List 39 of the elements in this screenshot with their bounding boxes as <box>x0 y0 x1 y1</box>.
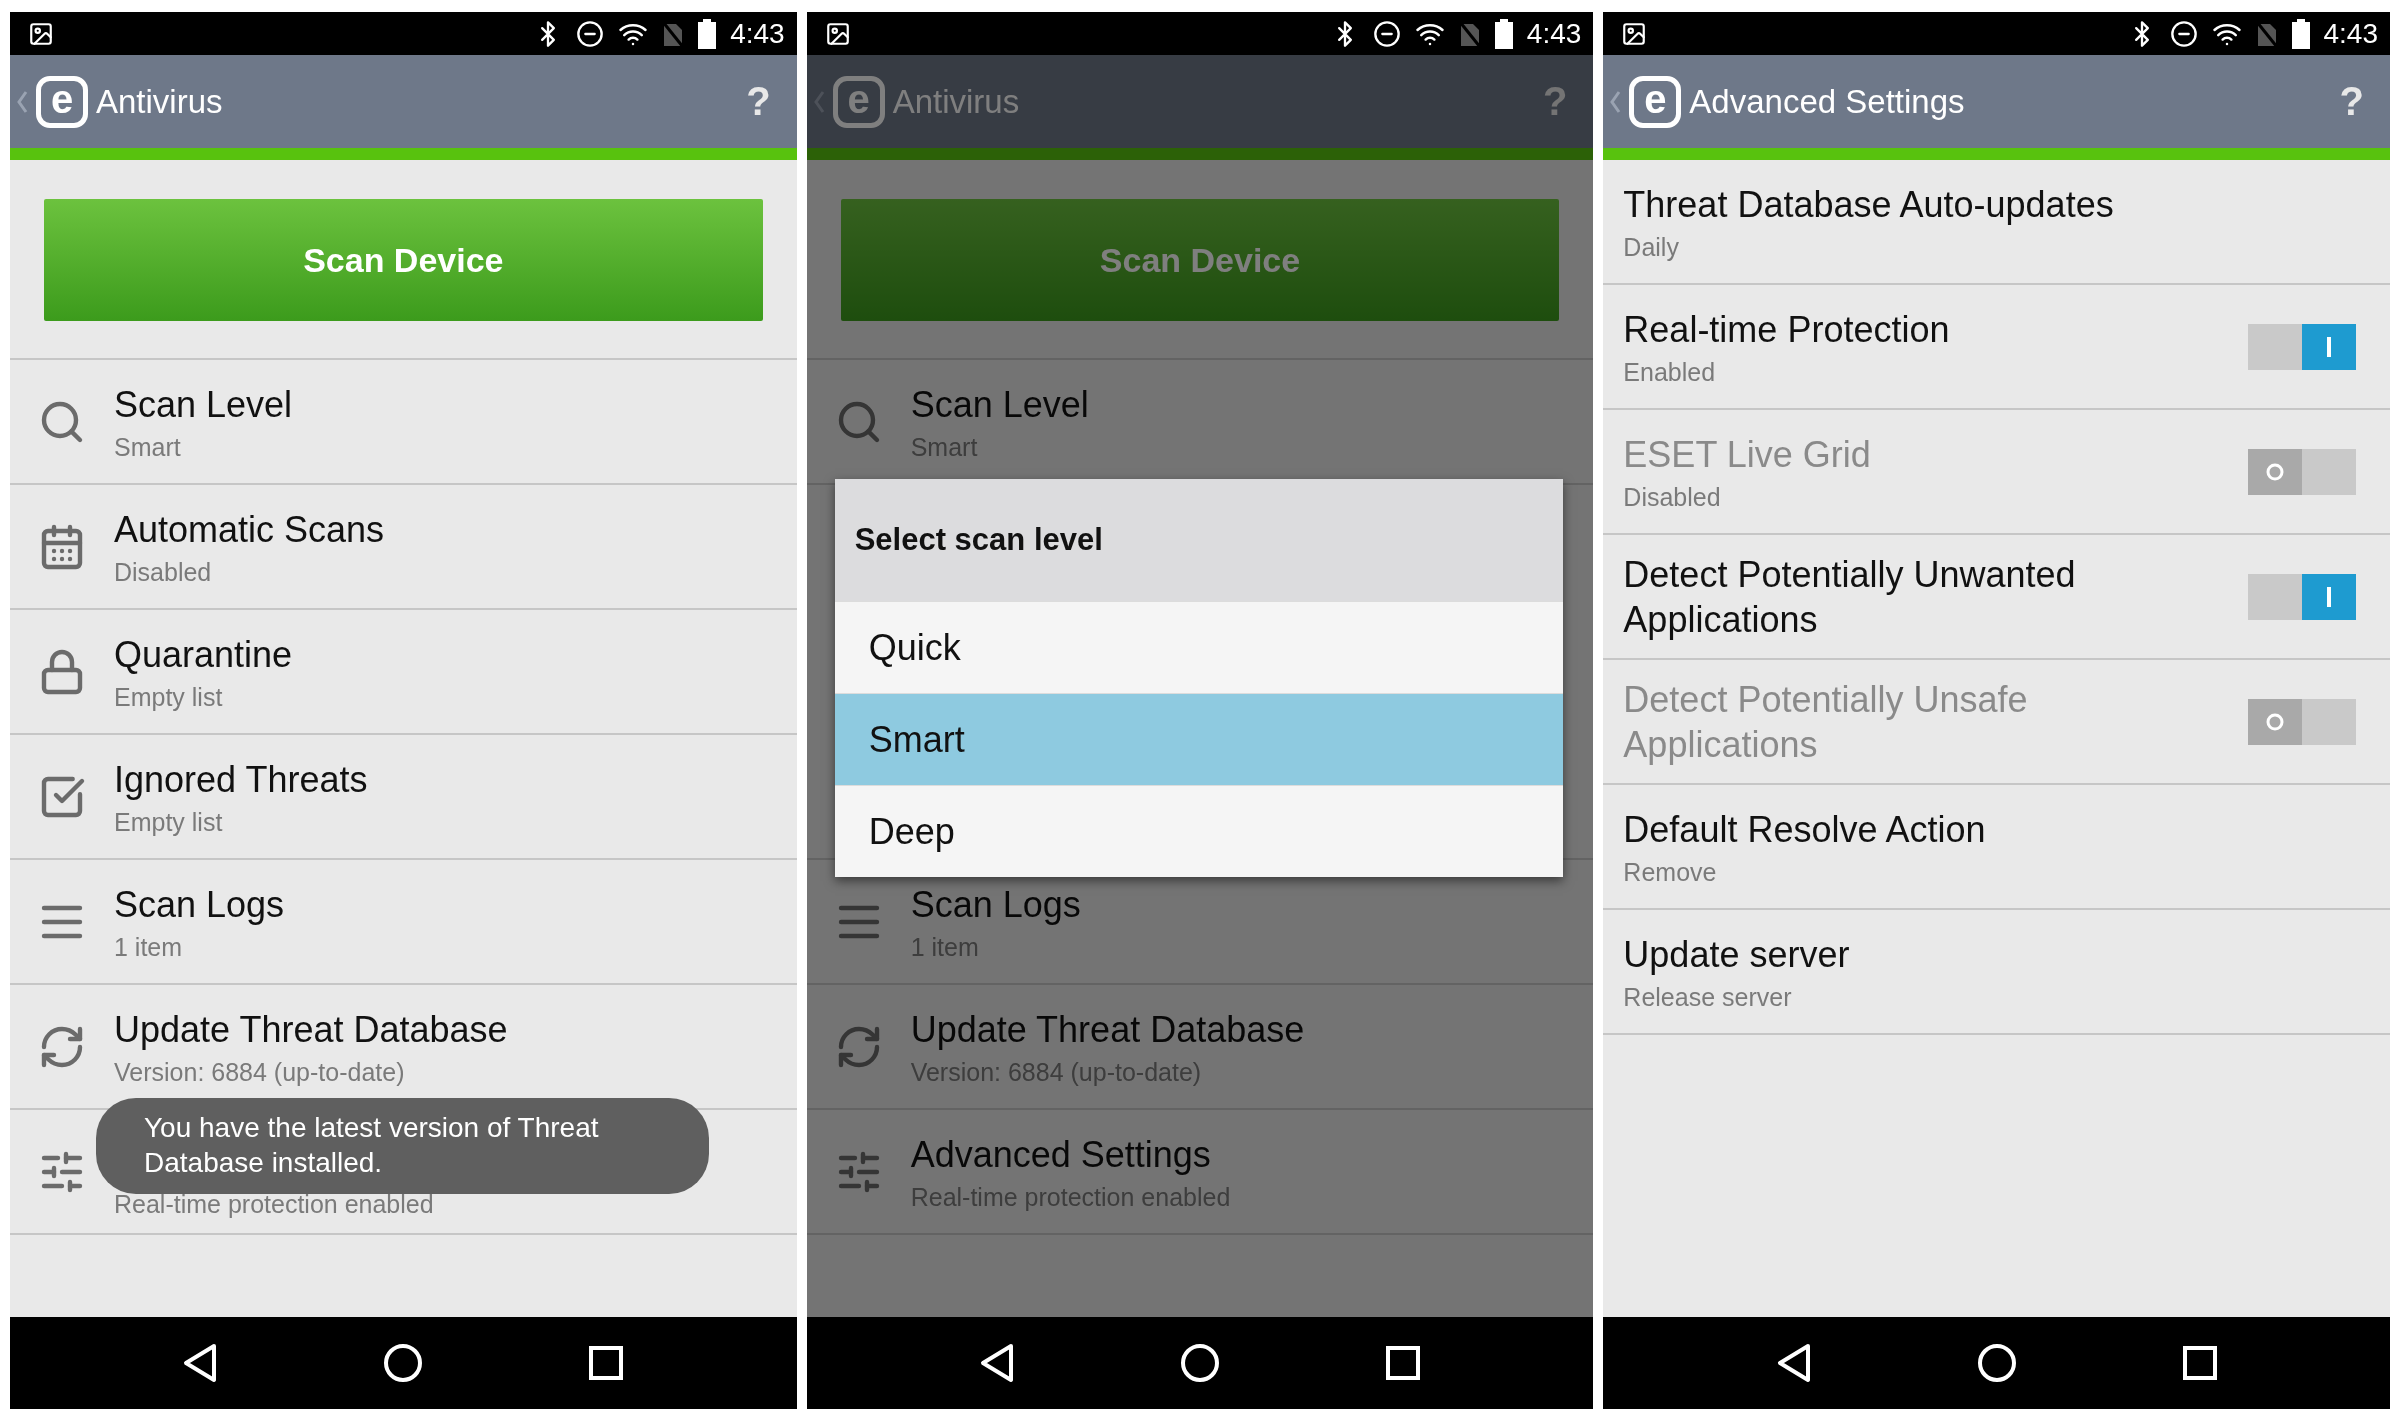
clock-time: 4:43 <box>1526 17 1582 50</box>
clock-time: 4:43 <box>730 17 785 50</box>
setting-title: ESET Live Grid <box>1623 432 1872 477</box>
item-title: Advanced Settings <box>910 1132 1212 1177</box>
setting-value: Enabled <box>1623 357 1717 387</box>
setting-title: Detect Potentially Unsafe Applications <box>1623 677 2029 767</box>
item-title: Scan Logs <box>114 882 286 927</box>
item-title: Scan Level <box>910 382 1090 427</box>
item-title: Scan Logs <box>910 882 1082 927</box>
item-title: Quarantine <box>114 632 294 677</box>
setting-title: Default Resolve Action <box>1623 807 1987 852</box>
setting-title: Update server <box>1623 932 1851 977</box>
setting-value: Remove <box>1623 857 1718 887</box>
screen-title: Antivirus <box>96 82 224 121</box>
item-title: Update Threat Database <box>114 1007 509 1052</box>
setting-title: Detect Potentially Unwanted Applications <box>1623 552 2077 642</box>
setting-title: Threat Database Auto-updates <box>1623 182 2115 227</box>
app-logo: e <box>832 75 885 128</box>
setting-value: Daily <box>1623 232 1680 262</box>
app-logo: e <box>36 75 88 128</box>
item-subtitle: Version: 6884 (up-to-date) <box>114 1057 406 1087</box>
clock-time: 4:43 <box>2323 17 2378 50</box>
screen-title: Advanced Settings <box>1689 82 1966 121</box>
item-subtitle: Empty list <box>114 682 224 712</box>
item-subtitle: 1 item <box>114 932 184 962</box>
item-title: Ignored Threats <box>114 757 369 802</box>
item-title: Update Threat Database <box>910 1007 1306 1052</box>
item-title: Scan Level <box>114 382 294 427</box>
setting-title: Real-time Protection <box>1623 307 1951 352</box>
item-title: Automatic Scans <box>114 507 386 552</box>
dialog-title: Select scan level <box>834 479 1563 601</box>
item-subtitle: Empty list <box>114 807 224 837</box>
setting-value: Release server <box>1623 982 1793 1012</box>
app-logo: e <box>1629 75 1682 128</box>
update-toast: You have the latest version of Threat Database installed. <box>96 1098 709 1194</box>
item-subtitle: Disabled <box>114 557 213 587</box>
item-subtitle: Smart <box>114 432 182 462</box>
setting-value: Disabled <box>1623 482 1722 512</box>
screen-title: Antivirus <box>892 82 1021 121</box>
